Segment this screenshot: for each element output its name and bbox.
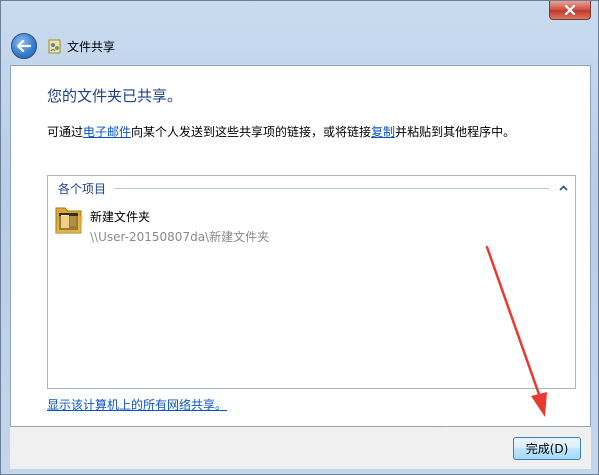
desc-suffix: 并粘贴到其他程序中。	[395, 125, 516, 139]
window-frame: 文件共享 您的文件夹已共享。 可通过电子邮件向某个人发送到这些共享项的链接，或将…	[0, 0, 599, 475]
group-label: 各个项目	[58, 181, 107, 196]
desc-middle: 向某个人发送到这些共享项的链接，或将链接	[131, 125, 372, 139]
all-shares-link[interactable]: 显示该计算机上的所有网络共享。	[47, 396, 227, 413]
back-arrow-icon	[17, 40, 31, 52]
file-sharing-icon	[48, 39, 61, 54]
close-button[interactable]	[549, 1, 591, 20]
header-bar: 文件共享	[7, 27, 594, 65]
close-icon	[564, 5, 576, 15]
group-header[interactable]: 各个项目	[58, 180, 569, 196]
folder-icon	[55, 207, 83, 234]
list-item[interactable]: 新建文件夹 \\User-20150807da\新建文件夹	[54, 202, 354, 244]
email-link[interactable]: 电子邮件	[83, 125, 131, 139]
window-title: 文件共享	[67, 39, 116, 54]
page-heading: 您的文件夹已共享。	[47, 87, 183, 105]
button-bar: 完成(D)	[10, 427, 591, 469]
item-text: 新建文件夹 \\User-20150807da\新建文件夹	[90, 202, 270, 244]
item-name: 新建文件夹	[90, 210, 151, 224]
watermark: VBO	[390, 400, 459, 433]
desc-prefix: 可通过	[47, 125, 84, 139]
content-panel: 您的文件夹已共享。 可通过电子邮件向某个人发送到这些共享项的链接，或将链接复制并…	[10, 65, 591, 427]
group-divider	[114, 187, 549, 189]
chevron-up-icon[interactable]	[557, 182, 569, 194]
finish-button[interactable]: 完成(D)	[513, 437, 581, 460]
item-path: \\User-20150807da\新建文件夹	[90, 230, 270, 244]
back-button[interactable]	[11, 33, 37, 59]
shared-items-list: 各个项目 新建文件夹 \\User-20150807da\新建文件夹	[47, 175, 576, 389]
description: 可通过电子邮件向某个人发送到这些共享项的链接，或将链接复制并粘贴到其他程序中。	[47, 123, 515, 140]
copy-link[interactable]: 复制	[371, 125, 395, 139]
